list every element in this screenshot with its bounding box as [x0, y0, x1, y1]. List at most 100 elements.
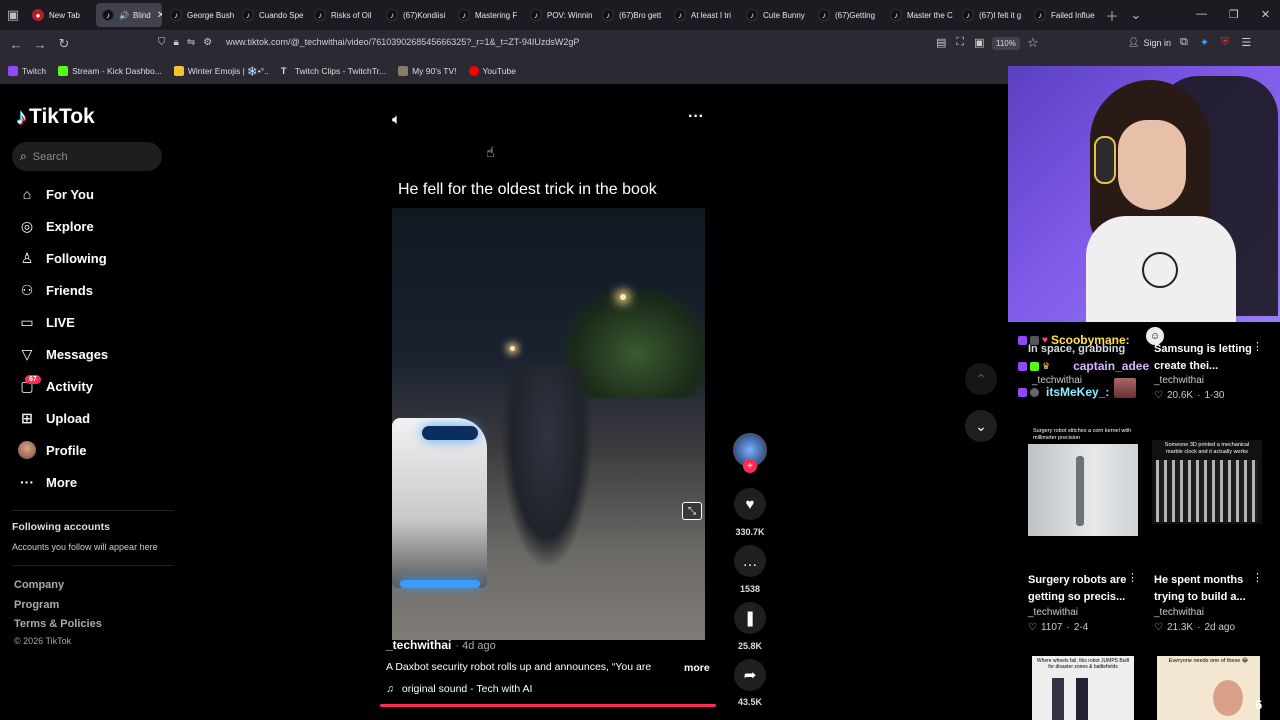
- card-author[interactable]: _techwithai: [1028, 607, 1078, 618]
- site-info-icon[interactable]: ⚙: [203, 37, 212, 48]
- scroll-up-button[interactable]: ⌃: [965, 363, 997, 395]
- extensions-icon[interactable]: ⧉: [1180, 36, 1188, 49]
- reader-view-icon[interactable]: ▤: [936, 36, 946, 49]
- ublock-icon[interactable]: ⛨: [1221, 36, 1229, 49]
- pip-icon[interactable]: ⤡: [682, 502, 702, 520]
- card-more-icon[interactable]: ⋮: [1127, 571, 1138, 584]
- tab-5[interactable]: ♪ (67)Kondiisi: [380, 0, 452, 30]
- tab-9[interactable]: ♪ At least I tri: [668, 0, 740, 30]
- heart-icon: ♥: [745, 495, 755, 513]
- badge-icon: [1030, 387, 1039, 397]
- pip-icon[interactable]: ▣: [974, 36, 984, 49]
- save-button[interactable]: ❚: [734, 602, 766, 634]
- footer-company[interactable]: Company: [14, 579, 64, 591]
- more-options-icon[interactable]: ···: [688, 108, 704, 126]
- tab-4[interactable]: ♪ Risks of Oil: [308, 0, 380, 30]
- tab-list-icon[interactable]: ▣: [0, 3, 26, 27]
- tab-0[interactable]: ● New Tab: [26, 0, 94, 30]
- chevron-down-icon[interactable]: ⌄: [1124, 3, 1148, 27]
- minimize-button[interactable]: —: [1196, 8, 1207, 21]
- following-note: Accounts you follow will appear here: [12, 542, 158, 552]
- bookmark-twitch-clips[interactable]: T Twitch Clips - TwitchTr...: [280, 66, 386, 76]
- reload-button[interactable]: ↻: [52, 32, 76, 56]
- sound-name[interactable]: original sound - Tech with AI: [402, 683, 533, 695]
- video-author[interactable]: _techwithai: [386, 638, 451, 652]
- card-more-icon[interactable]: ⋮: [1252, 571, 1263, 584]
- nav-following[interactable]: ♙ Following: [18, 249, 107, 267]
- screenshot-icon[interactable]: ⛶: [956, 36, 964, 49]
- forward-button[interactable]: →: [28, 32, 52, 56]
- back-button[interactable]: ←: [4, 32, 28, 56]
- sign-in-button[interactable]: 👤︎ Sign in: [1128, 37, 1171, 48]
- card-more-icon[interactable]: ⋮: [1252, 340, 1263, 353]
- card-thumbnail[interactable]: Everyone needs one of these 😂: [1157, 656, 1260, 720]
- tab-11[interactable]: ♪ (67)Getting: [812, 0, 884, 30]
- card-author[interactable]: _techwithai: [1032, 375, 1082, 386]
- scroll-down-button[interactable]: ⌄: [965, 410, 997, 442]
- nav-friends[interactable]: ⚇ Friends: [18, 281, 93, 299]
- maximize-button[interactable]: ❐: [1229, 8, 1239, 21]
- share-button[interactable]: ➦: [734, 659, 766, 691]
- live-icon: ▭: [20, 313, 34, 330]
- nav-for-you[interactable]: ⌂ For You: [18, 185, 94, 203]
- close-window-button[interactable]: ✕: [1261, 8, 1270, 21]
- card-author[interactable]: _techwithai: [1154, 375, 1204, 386]
- card-title[interactable]: He spent months trying to build a...: [1154, 572, 1259, 606]
- tab-1[interactable]: ♪ 🔊 Blind ✕: [96, 3, 162, 27]
- zoom-level[interactable]: 110%: [992, 37, 1020, 50]
- video-player[interactable]: ⤡: [392, 208, 705, 640]
- close-icon[interactable]: ✕: [157, 10, 162, 21]
- bookmark-youtube[interactable]: YouTube: [468, 66, 516, 76]
- permissions-icon[interactable]: ⇋: [187, 37, 195, 48]
- tiktok-icon: ♪: [674, 9, 686, 21]
- nav-live[interactable]: ▭ LIVE: [18, 313, 75, 331]
- bookmark-twitch[interactable]: Twitch: [8, 66, 46, 76]
- comment-button[interactable]: …: [734, 545, 766, 577]
- bookmark-star-icon[interactable]: ☆: [1027, 35, 1039, 51]
- extension-icon[interactable]: ✦: [1200, 36, 1209, 49]
- card-thumbnail[interactable]: Surgery robot stitches a corn kernel wit…: [1028, 426, 1138, 538]
- tab-7[interactable]: ♪ POV: Winnin: [524, 0, 596, 30]
- tab-10[interactable]: ♪ Cute Bunny: [740, 0, 812, 30]
- bookmark-winter-emojis[interactable]: Winter Emojis | ❄️•°..: [173, 66, 269, 77]
- tab-6[interactable]: ♪ Mastering F: [452, 0, 524, 30]
- card-title[interactable]: Samsung is letting create thei...: [1154, 341, 1259, 375]
- footer-terms[interactable]: Terms & Policies: [14, 618, 102, 630]
- bookmark-90s-tv[interactable]: My 90's TV!: [398, 66, 457, 76]
- comment-count: 1538: [739, 584, 761, 594]
- card-date: 2d ago: [1204, 622, 1236, 633]
- bookmark-kick[interactable]: Stream - Kick Dashbo...: [58, 66, 162, 76]
- search-input[interactable]: ⌕ Search: [12, 142, 162, 171]
- shield-icon[interactable]: ⛉: [158, 37, 166, 48]
- robot-eyes-shape: [422, 426, 478, 440]
- card-author[interactable]: _techwithai: [1154, 607, 1204, 618]
- speaker-icon[interactable]: 🔊: [119, 11, 129, 20]
- url-bar[interactable]: www.tiktok.com/@_techwithai/video/761039…: [226, 37, 579, 47]
- tiktok-logo[interactable]: ♪ TikTok: [16, 104, 95, 130]
- card-thumbnail[interactable]: Someone 3D printed a mechanical marble c…: [1152, 440, 1262, 524]
- tab-8[interactable]: ♪ (67)Bro gett: [596, 0, 668, 30]
- new-tab-button[interactable]: ＋: [1100, 3, 1124, 27]
- card-stats: ♡ 21.3K · 2d ago: [1154, 622, 1235, 633]
- card-title[interactable]: Surgery robots are getting so precis...: [1028, 572, 1133, 606]
- nav-messages[interactable]: ▽ Messages: [18, 345, 109, 363]
- volume-icon[interactable]: 🔈︎: [392, 111, 401, 128]
- video-progress-bar[interactable]: [380, 704, 716, 707]
- tab-2[interactable]: ♪ George Bush: [164, 0, 236, 30]
- nav-explore[interactable]: ◎ Explore: [18, 217, 94, 235]
- nav-upload[interactable]: ⊞ Upload: [18, 409, 90, 427]
- tab-13[interactable]: ♪ (67)I felt it g: [956, 0, 1028, 30]
- card-thumbnail[interactable]: Where wheels fail, this robot JUMPS Buil…: [1032, 656, 1134, 720]
- tab-3[interactable]: ♪ Cuando Spe: [236, 0, 308, 30]
- tab-14[interactable]: ♪ Failed Influe: [1028, 0, 1100, 30]
- nav-profile[interactable]: Profile: [18, 441, 86, 459]
- tab-12[interactable]: ♪ Master the C: [884, 0, 956, 30]
- nav-more[interactable]: ··· More: [18, 473, 77, 491]
- footer-program[interactable]: Program: [14, 599, 59, 611]
- menu-icon[interactable]: ☰: [1241, 36, 1251, 49]
- like-button[interactable]: ♥: [734, 488, 766, 520]
- more-link[interactable]: more: [684, 662, 710, 674]
- follow-plus-icon[interactable]: +: [743, 459, 757, 473]
- card-title[interactable]: In space, grabbing: [1028, 341, 1133, 358]
- thumb-caption: Where wheels fail, this robot JUMPS Buil…: [1036, 658, 1130, 670]
